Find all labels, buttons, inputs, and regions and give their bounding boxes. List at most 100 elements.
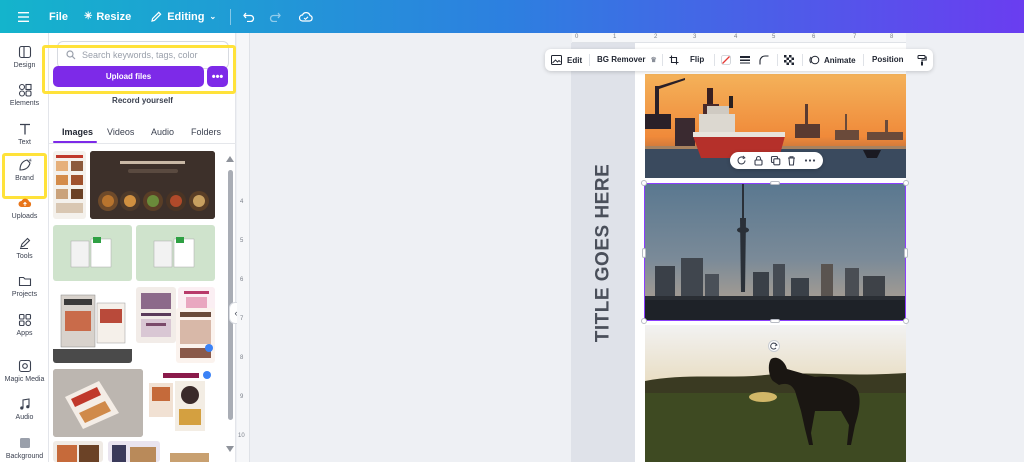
bg-remover-button[interactable]: BG Remover ♛ [597,55,657,64]
top-bar: File ✳ Resize Editing ⌄ [0,0,1024,33]
toolbar-divider [777,54,778,66]
image-edit-icon [551,55,562,65]
flip-button[interactable]: Flip [690,55,704,64]
horizontal-ruler: 0 1 2 3 4 5 6 7 8 [572,33,906,43]
refresh-icon[interactable] [736,155,747,166]
tab-images[interactable]: Images [62,127,93,137]
paint-roller-icon [917,55,927,66]
lock-icon[interactable] [753,155,764,166]
tab-audio[interactable]: Audio [151,127,174,137]
upload-thumbnail[interactable] [147,369,215,437]
file-menu[interactable]: File [49,11,68,23]
resize-handle[interactable] [904,248,908,258]
rail-item-text[interactable]: Text [0,122,49,146]
rail-item-uploads[interactable]: Uploads [0,196,49,220]
animate-icon [809,55,820,65]
no-color-icon [721,55,731,65]
transparency-button[interactable] [784,55,794,65]
upload-thumbnail[interactable] [53,441,103,462]
corner-rounding-button[interactable] [759,55,769,65]
menu-button[interactable] [18,11,29,22]
apps-icon [18,313,31,327]
rail-item-brand[interactable]: ✳ Brand [0,158,49,182]
record-yourself-link[interactable]: Record yourself [49,96,236,105]
rail-item-background[interactable]: Background [0,436,49,460]
pencil-icon [151,11,162,22]
scroll-down-arrow[interactable] [226,446,234,452]
tabs-divider [49,143,236,144]
upload-thumbnail[interactable] [176,308,215,363]
media-tabs: Images Videos Audio Folders [49,124,236,144]
duplicate-icon[interactable] [770,155,781,166]
animate-button[interactable]: Animate [809,55,856,65]
pen-icon [19,237,30,249]
crop-button[interactable] [669,55,679,65]
rotate-handle[interactable] [768,340,780,352]
page-title[interactable]: TITLE GOES HERE [571,43,635,462]
border-style-button[interactable] [740,55,750,65]
border-color-button[interactable] [721,55,731,65]
cloud-check-icon [299,12,313,22]
music-icon [19,398,30,410]
rotate-icon [770,342,778,350]
brand-icon: ✳ [18,158,32,171]
panel-scrollbar[interactable] [228,170,233,420]
cloud-save-button[interactable] [299,11,313,22]
resize-handle[interactable] [903,318,909,324]
toolbar-divider [714,54,715,66]
redo-button[interactable] [269,12,282,22]
toolbar-divider [802,54,803,66]
folder-icon [18,276,31,287]
copy-style-button[interactable] [917,55,927,66]
trash-icon[interactable] [786,155,797,166]
more-icon[interactable] [804,155,816,166]
upload-thumbnail[interactable] [136,287,176,343]
upload-thumbnail[interactable] [90,151,215,219]
rail-item-apps[interactable]: Apps [0,313,49,337]
text-icon [19,123,30,135]
resize-handle[interactable] [903,180,909,186]
resize-handle[interactable] [641,180,647,186]
sparkle-icon: ✳ [83,11,93,22]
vertical-ruler: 4 5 6 7 8 9 10 [237,33,250,462]
more-options-button[interactable]: ••• [207,66,228,87]
selection-frame[interactable] [644,183,906,321]
hamburger-icon [18,11,29,22]
topbar-divider [230,8,232,25]
upload-thumbnail[interactable] [108,441,160,462]
magic-media-icon [18,359,31,373]
resize-handle[interactable] [770,319,780,323]
corner-round-icon [759,55,769,65]
position-button[interactable]: Position [872,55,904,64]
resize-handle[interactable] [641,318,647,324]
resize-button[interactable]: ✳ Resize [84,11,131,23]
layout-icon [18,45,31,59]
rail-item-projects[interactable]: Projects [0,274,49,298]
upload-thumbnail[interactable] [164,441,215,462]
image-toolbar: Edit BG Remover ♛ Flip Animate Position [545,49,933,71]
rail-item-audio[interactable]: Audio [0,397,49,421]
upload-thumbnail[interactable] [136,225,215,281]
edit-image-button[interactable]: Edit [551,55,582,65]
upload-thumbnail[interactable] [53,225,132,281]
resize-handle[interactable] [770,181,780,185]
upload-thumbnail[interactable] [53,369,143,437]
scroll-up-arrow[interactable] [226,156,234,162]
undo-icon [243,12,255,22]
transparency-icon [784,55,794,65]
toolbar-divider [589,54,590,66]
upload-thumbnail[interactable] [53,287,132,363]
background-icon [19,438,30,448]
border-weight-icon [740,56,750,64]
upload-files-button[interactable]: Upload files [53,66,204,87]
resize-handle[interactable] [642,248,646,258]
tab-videos[interactable]: Videos [107,127,134,137]
editing-mode-button[interactable]: Editing ⌄ [151,11,216,23]
undo-button[interactable] [243,12,255,22]
rail-item-magic-media[interactable]: Magic Media [0,359,49,383]
upload-thumbnail[interactable] [53,151,86,219]
tab-folders[interactable]: Folders [191,127,221,137]
toolbar-divider [662,54,663,66]
rail-item-tools[interactable]: Tools [0,236,49,260]
cloud-upload-icon [18,198,31,207]
